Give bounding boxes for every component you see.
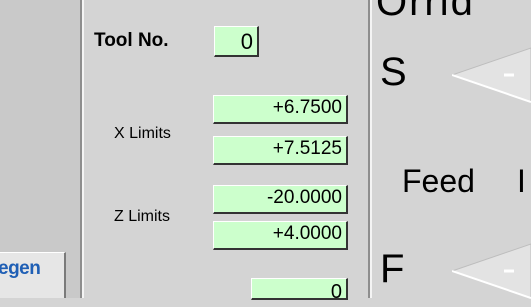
spindle-s-label: S bbox=[380, 50, 407, 94]
partial-heading: Orrid bbox=[376, 0, 475, 24]
feed-label-edge: I bbox=[517, 163, 526, 199]
counter-field[interactable]: 0 bbox=[251, 278, 348, 303]
z-limit-max-field[interactable]: +4.0000 bbox=[213, 221, 348, 250]
slider-arrow-icon[interactable] bbox=[450, 240, 531, 307]
left-tab-label: egen bbox=[0, 258, 41, 279]
x-limit-max-field[interactable]: +7.5125 bbox=[213, 136, 348, 165]
x-limits-label: X Limits bbox=[114, 125, 171, 142]
feed-label: Feed bbox=[402, 163, 475, 199]
tool-number-field[interactable]: 0 bbox=[214, 26, 259, 57]
z-limits-label: Z Limits bbox=[114, 208, 170, 225]
slider-arrow-icon[interactable] bbox=[450, 44, 531, 111]
tool-number-label: Tool No. bbox=[94, 30, 169, 51]
z-limit-min-field[interactable]: -20.0000 bbox=[213, 185, 348, 214]
x-limit-min-field[interactable]: +6.7500 bbox=[213, 95, 348, 124]
feed-f-label: F bbox=[380, 247, 405, 291]
